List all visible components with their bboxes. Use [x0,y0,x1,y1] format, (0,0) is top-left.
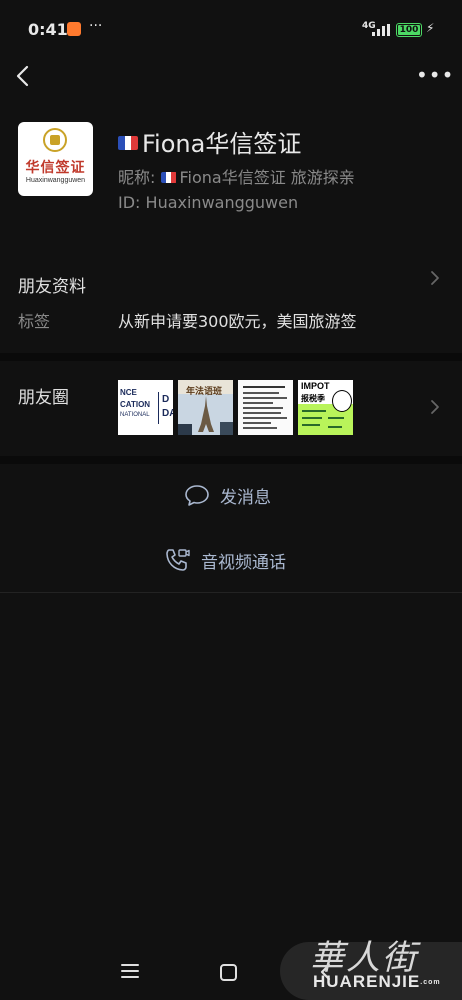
send-message-label: 发消息 [220,488,271,508]
signal-icon [372,24,390,36]
thumbnail-text: 报税季 [301,394,325,403]
status-time: 0:41 [28,20,68,39]
moments-thumbnail: IMPOT 报税季 [298,380,353,435]
video-call-button[interactable]: 音视频通话 [0,530,462,590]
moments-thumbnail: NCE CATION NATIONAL D DA [118,380,173,435]
app-notification-icon [67,22,81,36]
friend-info-section[interactable]: 朋友资料 标签 从新申请要300欧元，美国旅游签 [0,252,462,352]
profile-name-text: Fiona华信签证 [142,130,302,158]
tag-value: 从新申请要300欧元，美国旅游签 [118,312,357,331]
moments-section[interactable]: 朋友圈 NCE CATION NATIONAL D DA 年法语班 IMPOT … [0,361,462,455]
watermark-english: HUARENJIE [313,972,421,991]
id-value: Huaxinwangguwen [145,193,299,212]
thumbnail-text: D [162,394,170,405]
chevron-right-icon [431,271,439,285]
avatar-title: 华信签证 [25,160,86,176]
send-message-button[interactable]: 发消息 [0,466,462,526]
more-options-button[interactable]: ••• [416,65,453,85]
nickname-value: Fiona华信签证 旅游探亲 [179,168,355,187]
chat-bubble-icon [185,485,209,506]
section-divider [0,353,462,361]
profile-name: Fiona华信签证 [118,124,301,159]
moments-label: 朋友圈 [18,388,69,408]
thumbnail-text: CATION [120,400,151,409]
avatar[interactable]: 华信签证 Huaxinwangguwen [18,122,93,196]
profile-nickname: 昵称: Fiona华信签证 旅游探亲 [118,164,355,188]
logo-icon [43,128,67,152]
recent-apps-button[interactable] [121,964,139,980]
id-label: ID: [118,193,141,212]
more-notifications-icon: ··· [89,18,103,34]
eiffel-tower-icon [198,396,214,432]
chevron-right-icon [431,400,439,414]
watermark-text: HUARENJIE.com [313,972,441,992]
home-button[interactable] [220,964,237,981]
back-button[interactable] [12,62,36,90]
video-call-icon [166,549,190,571]
video-call-label: 音视频通话 [201,553,286,573]
cartoon-icon [332,390,352,412]
charging-icon: ⚡ [426,21,435,35]
tag-label: 标签 [18,312,51,331]
thumbnail-text: NATIONAL [120,412,150,418]
battery-level: 100 [398,25,420,35]
thumbnail-text: DA [162,408,173,419]
thumbnail-text: NCE [120,388,137,397]
france-flag-icon [118,136,138,150]
section-divider [0,456,462,464]
status-bar: 0:41 ··· 4G 100 ⚡ [0,0,462,60]
battery-icon: 100 [396,23,422,37]
france-flag-icon [160,172,177,183]
moments-thumbnail [238,380,293,435]
nickname-label: 昵称: [118,168,156,187]
divider [0,592,462,593]
avatar-subtitle: Huaxinwangguwen [25,177,86,184]
friend-info-label: 朋友资料 [18,277,86,297]
moments-thumbnail: 年法语班 [178,380,233,435]
thumbnail-text: IMPOT [301,381,330,391]
watermark-suffix: .com [420,979,441,987]
profile-id: ID: Huaxinwangguwen [118,193,298,212]
